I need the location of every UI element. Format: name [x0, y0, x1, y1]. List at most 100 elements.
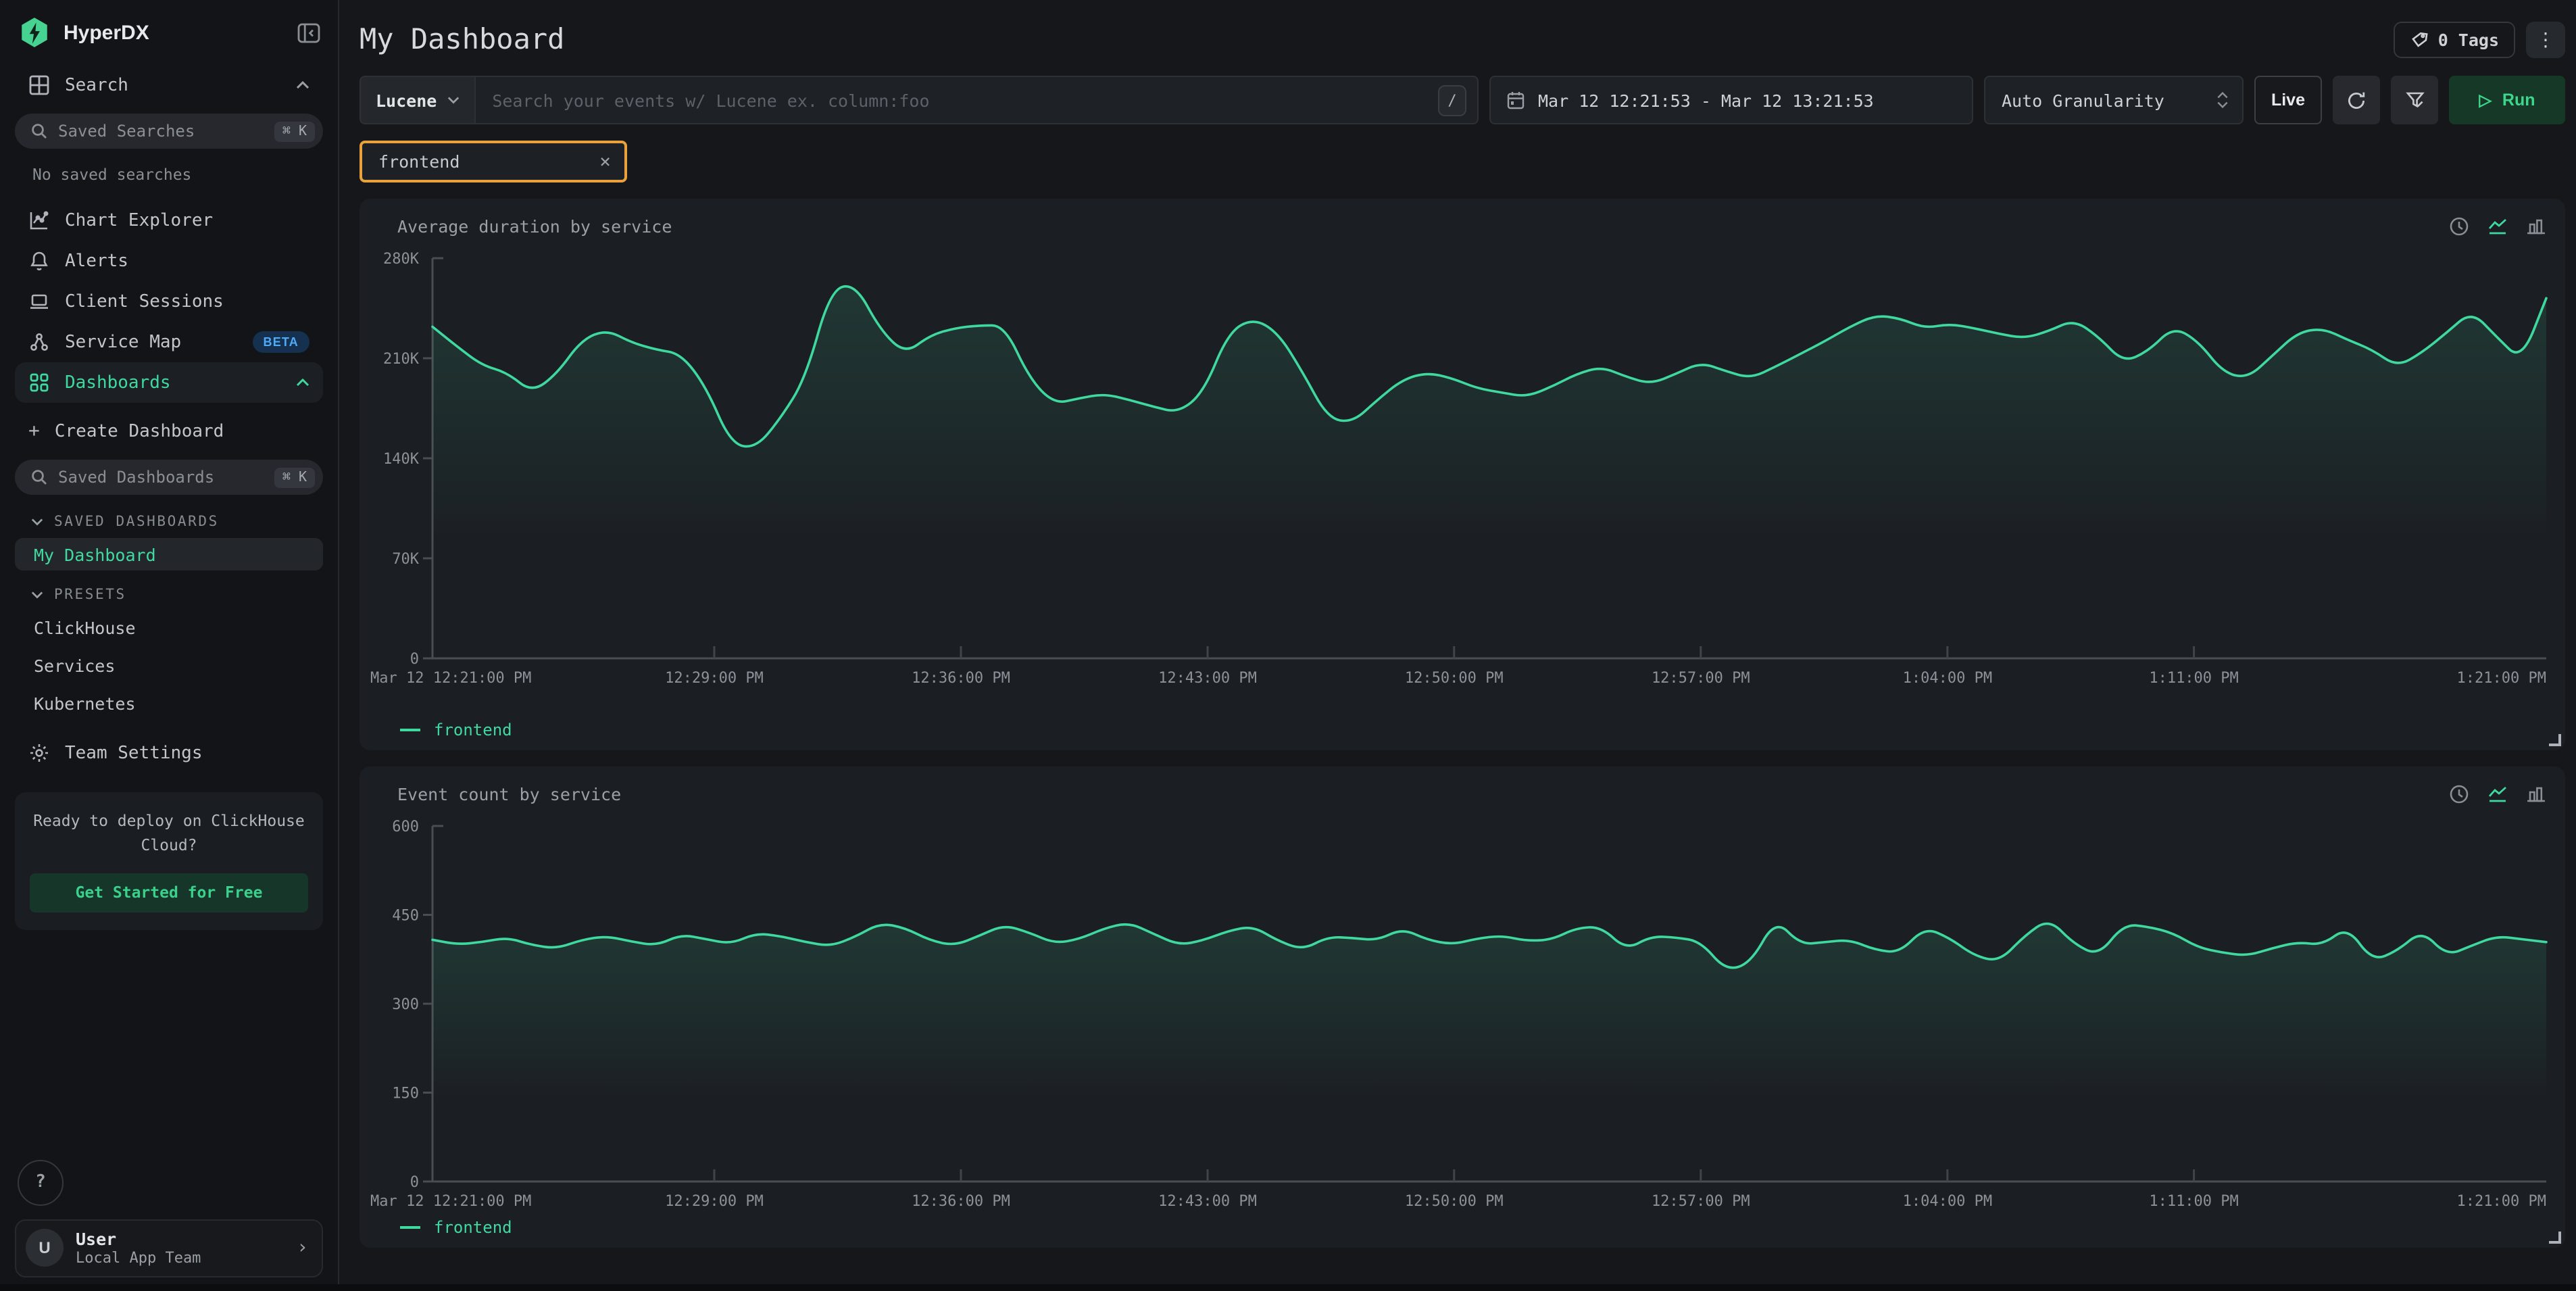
chevron-up-icon [296, 81, 309, 89]
granularity-select[interactable]: Auto Granularity [1984, 76, 2244, 124]
sidebar-item-alerts[interactable]: Alerts [15, 241, 323, 281]
saved-searches-search[interactable]: ⌘ K [15, 114, 323, 149]
saved-dashboards-search[interactable]: ⌘ K [15, 460, 323, 495]
sidebar-item-dashboards[interactable]: Dashboards [15, 362, 323, 403]
svg-text:12:36:00 PM: 12:36:00 PM [912, 1193, 1010, 1210]
svg-text:1:11:00 PM: 1:11:00 PM [2149, 1193, 2238, 1210]
chevron-down-icon [31, 591, 43, 599]
event-search-bar: Lucene / [360, 76, 1479, 124]
sidebar-preset-clickhouse[interactable]: ClickHouse [15, 611, 323, 643]
time-range-picker[interactable]: Mar 12 12:21:53 - Mar 12 13:21:53 [1489, 76, 1973, 124]
chart-legend[interactable]: frontend [368, 718, 2557, 748]
bar-chart-icon[interactable] [2526, 784, 2546, 804]
sidebar: HyperDX Search ⌘ K No saved searches [0, 0, 339, 1291]
help-button[interactable]: ? [18, 1159, 64, 1205]
chevron-down-icon [447, 96, 460, 104]
saved-dashboards-section-header[interactable]: SAVED DASHBOARDS [15, 514, 323, 530]
no-saved-searches-text: No saved searches [15, 154, 323, 200]
tags-button[interactable]: 0 Tags [2394, 21, 2515, 57]
sidebar-item-client-sessions[interactable]: Client Sessions [15, 281, 323, 322]
sidebar-dashboard-my-dashboard[interactable]: My Dashboard [15, 538, 323, 570]
sidebar-item-team-settings[interactable]: Team Settings [15, 733, 323, 773]
chevron-up-icon [296, 379, 309, 387]
get-started-button[interactable]: Get Started for Free [30, 873, 308, 912]
filter-funnel-icon [2405, 91, 2424, 109]
query-language-dropdown[interactable]: Lucene [361, 77, 476, 123]
preset-link-label: Services [34, 655, 115, 675]
time-range-value: Mar 12 12:21:53 - Mar 12 13:21:53 [1538, 90, 1874, 110]
duration-chart[interactable]: 280K210K140K70K0Mar 12 12:21:00 PM12:29:… [368, 242, 2557, 718]
legend-series-label: frontend [434, 721, 512, 739]
run-button[interactable]: ▷ Run [2449, 76, 2565, 124]
chart-title: Event count by service [368, 780, 2557, 810]
user-team: Local App Team [76, 1250, 201, 1269]
dashboards-icon [28, 372, 50, 393]
clickhouse-cloud-promo-card: Ready to deploy on ClickHouse Cloud? Get… [15, 792, 323, 929]
sidebar-bottom: ? U User Local App Team › [15, 1159, 323, 1277]
event-count-chart[interactable]: 6004503001500Mar 12 12:21:00 PM12:29:00 … [368, 810, 2557, 1215]
chart-card-average-duration: Average duration by service 280K210K140K… [360, 199, 2565, 750]
svg-text:300: 300 [392, 996, 419, 1013]
tags-label: 0 Tags [2438, 29, 2499, 49]
line-chart-icon[interactable] [2487, 216, 2508, 237]
line-chart-icon[interactable] [2487, 784, 2508, 804]
saved-searches-input[interactable] [58, 122, 264, 141]
user-menu[interactable]: U User Local App Team › [15, 1219, 323, 1277]
search-table-icon [28, 74, 50, 96]
svg-text:1:04:00 PM: 1:04:00 PM [1903, 1193, 1992, 1210]
run-label: Run [2502, 91, 2535, 109]
gear-icon [28, 742, 50, 764]
sidebar-item-label: Alerts [65, 251, 309, 271]
play-icon: ▷ [2479, 91, 2491, 109]
slash-shortcut-badge: / [1438, 84, 1466, 116]
sidebar-preset-kubernetes[interactable]: Kubernetes [15, 687, 323, 719]
query-language-label: Lucene [376, 90, 437, 110]
bar-chart-icon[interactable] [2526, 216, 2546, 237]
bell-icon [28, 250, 50, 272]
granularity-value: Auto Granularity [2002, 90, 2164, 110]
preset-link-label: ClickHouse [34, 617, 136, 637]
chevron-down-icon [31, 518, 43, 526]
presets-section-header[interactable]: PRESETS [15, 587, 323, 603]
sidebar-item-service-map[interactable]: Service Map BETA [15, 322, 323, 362]
legend-dash-icon [400, 729, 420, 731]
help-icon: ? [35, 1172, 46, 1192]
select-chevrons-icon [2216, 92, 2229, 108]
svg-text:12:57:00 PM: 12:57:00 PM [1652, 1193, 1750, 1210]
live-label: Live [2271, 91, 2305, 109]
remove-filter-icon[interactable]: × [599, 151, 611, 172]
card-resize-handle[interactable] [2549, 1232, 2561, 1244]
collapse-sidebar-button[interactable] [297, 22, 320, 43]
card-resize-handle[interactable] [2549, 734, 2561, 746]
sidebar-preset-services[interactable]: Services [15, 649, 323, 681]
user-name: User [76, 1228, 201, 1249]
laptop-icon [28, 291, 50, 312]
svg-text:1:21:00 PM: 1:21:00 PM [2457, 670, 2546, 687]
time-window-icon[interactable] [2449, 216, 2469, 237]
sidebar-item-chart-explorer[interactable]: Chart Explorer [15, 200, 323, 241]
vertical-dots-icon: ⋮ [2536, 28, 2555, 49]
section-header-label: PRESETS [54, 587, 126, 603]
dashboard-overflow-menu-button[interactable]: ⋮ [2526, 21, 2565, 57]
section-header-label: SAVED DASHBOARDS [54, 514, 219, 530]
cmd-k-shortcut-badge: ⌘ K [274, 121, 315, 141]
sidebar-item-search[interactable]: Search [15, 65, 323, 105]
chart-legend[interactable]: frontend [368, 1215, 2557, 1245]
event-search-input[interactable] [476, 90, 1438, 110]
refresh-button[interactable] [2333, 76, 2380, 124]
svg-text:0: 0 [410, 1174, 419, 1191]
filter-settings-button[interactable] [2391, 76, 2438, 124]
sidebar-item-label: Dashboards [65, 372, 281, 393]
chart-explorer-icon [28, 210, 50, 231]
svg-text:Mar 12 12:21:00 PM: Mar 12 12:21:00 PM [370, 1193, 531, 1210]
saved-dashboards-input[interactable] [58, 468, 264, 487]
time-window-icon[interactable] [2449, 784, 2469, 804]
svg-text:12:50:00 PM: 12:50:00 PM [1405, 670, 1504, 687]
active-filter-chip[interactable]: frontend × [360, 141, 627, 182]
search-icon [31, 469, 47, 485]
chevron-right-icon: › [297, 1238, 308, 1259]
page-bottom-edge [0, 1284, 2576, 1291]
live-button[interactable]: Live [2254, 76, 2322, 124]
create-dashboard-button[interactable]: + Create Dashboard [15, 411, 323, 452]
svg-text:70K: 70K [392, 551, 419, 568]
